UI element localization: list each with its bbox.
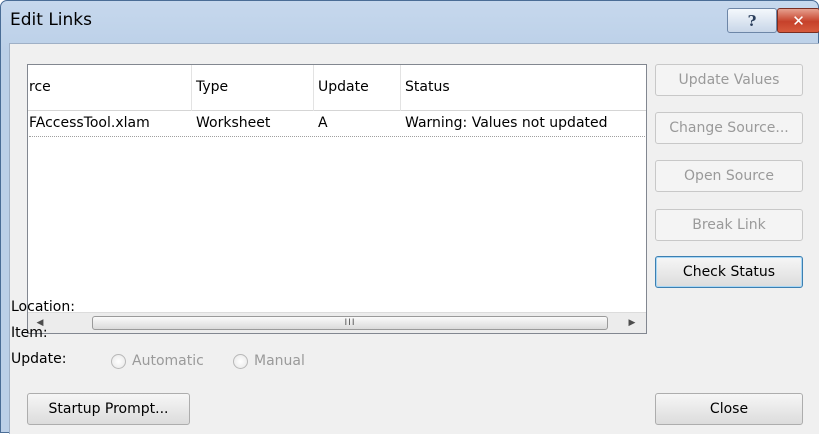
update-label: Update: [11,351,67,367]
title-close-button[interactable]: ✕ [777,8,819,33]
cell-status: Warning: Values not updated [405,115,608,131]
title-bar[interactable]: Edit Links ? ✕ [1,1,819,43]
open-source-button[interactable]: Open Source [655,160,803,192]
item-label: Item: [11,325,48,341]
break-link-button[interactable]: Break Link [655,209,803,241]
column-header-source[interactable]: rce [28,65,192,111]
horizontal-scrollbar[interactable]: ◀ III ▶ [28,312,646,333]
table-row[interactable]: FAccessTool.xlam Worksheet A Warning: Va… [29,112,645,137]
radio-circle-icon [111,353,126,369]
close-icon: ✕ [792,11,805,30]
column-header-update[interactable]: Update [314,65,401,111]
grip-icon: III [344,318,356,328]
cell-update: A [318,115,328,131]
automatic-radio-label: Automatic [132,353,204,369]
change-source-button[interactable]: Change Source... [655,112,803,144]
scroll-right-icon[interactable]: ▶ [622,313,642,333]
update-values-button[interactable]: Update Values [655,64,803,96]
close-button[interactable]: Close [655,393,803,425]
scrollbar-thumb[interactable]: III [92,316,608,330]
column-header-type[interactable]: Type [192,65,314,111]
automatic-radio[interactable]: Automatic [111,351,204,371]
dialog-body: rce Type Update Status FAccessTool.xlam … [9,43,819,434]
manual-radio[interactable]: Manual [233,351,305,371]
cell-type: Worksheet [196,115,271,131]
cell-source: FAccessTool.xlam [29,115,150,131]
radio-circle-icon [233,353,248,369]
help-button[interactable]: ? [727,8,777,33]
edit-links-dialog: Edit Links ? ✕ rce Type Update Status FA… [0,0,819,434]
check-status-button[interactable]: Check Status [655,256,803,288]
dialog-title: Edit Links [10,10,92,30]
column-header-status[interactable]: Status [401,65,646,111]
manual-radio-label: Manual [254,353,305,369]
startup-prompt-button[interactable]: Startup Prompt... [27,393,190,425]
help-icon: ? [747,11,757,30]
list-header: rce Type Update Status [28,65,646,111]
location-label: Location: [11,299,75,315]
links-list[interactable]: rce Type Update Status FAccessTool.xlam … [27,64,647,334]
